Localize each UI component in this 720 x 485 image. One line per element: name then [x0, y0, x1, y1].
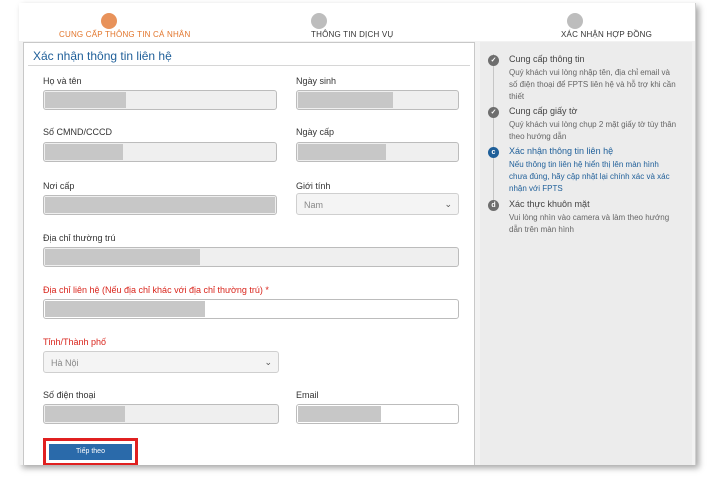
id-number-field[interactable]	[43, 142, 277, 162]
step-c-icon: c	[488, 147, 499, 158]
gender-value: Nam	[304, 200, 324, 210]
contact-info-form: Xác nhận thông tin liên hệ Họ và tên Ngà…	[23, 42, 475, 465]
sidebar-item-desc: Quý khách vui lòng chụp 2 mặt giấy tờ tù…	[509, 120, 677, 141]
step-label: XÁC NHẬN HỢP ĐỒNG	[561, 30, 653, 39]
permanent-address-field[interactable]	[43, 247, 459, 267]
check-icon: ✓	[488, 55, 499, 66]
form-title: Xác nhận thông tin liên hệ	[33, 49, 172, 63]
sidebar-item-desc: Vui lòng nhìn vào camera và làm theo hướ…	[509, 213, 670, 234]
issue-place-field[interactable]	[43, 195, 277, 215]
step-dot-icon	[567, 13, 583, 29]
full-name-label: Họ và tên	[43, 76, 82, 86]
chevron-down-icon: ⌄	[444, 199, 452, 209]
permanent-address-label: Địa chỉ thường trú	[43, 233, 116, 243]
contact-address-input[interactable]	[43, 299, 459, 319]
dob-field[interactable]	[296, 90, 459, 110]
dob-label: Ngày sinh	[296, 76, 337, 86]
step-dot-icon	[311, 13, 327, 29]
issue-place-label: Nơi cấp	[43, 181, 75, 191]
step-label: THÔNG TIN DỊCH VỤ	[311, 30, 394, 39]
step-contract-confirm[interactable]: XÁC NHẬN HỢP ĐỒNG	[561, 13, 653, 39]
button-highlight: Tiếp theo	[43, 438, 138, 465]
onboarding-window: CUNG CẤP THÔNG TIN CÁ NHÂN THÔNG TIN DỊC…	[19, 3, 696, 465]
phone-label: Số điện thoại	[43, 390, 96, 400]
step-d-icon: d	[488, 200, 499, 211]
step-label: CUNG CẤP THÔNG TIN CÁ NHÂN	[59, 30, 191, 39]
next-button[interactable]: Tiếp theo	[49, 444, 132, 460]
divider	[28, 65, 470, 66]
issue-date-label: Ngày cấp	[296, 127, 335, 137]
email-label: Email	[296, 390, 319, 400]
province-label: Tỉnh/Thành phố	[43, 337, 107, 347]
issue-date-field[interactable]	[296, 142, 459, 162]
progress-stepper: CUNG CẤP THÔNG TIN CÁ NHÂN THÔNG TIN DỊC…	[19, 3, 695, 41]
step-dot-icon	[101, 13, 117, 29]
contact-address-label: Địa chỉ liên hệ (Nếu địa chỉ khác với đị…	[43, 285, 269, 295]
sidebar-item-title: Xác nhận thông tin liên hệ	[509, 146, 614, 156]
check-icon: ✓	[488, 107, 499, 118]
timeline-line	[493, 54, 494, 204]
sidebar-item-desc: Nếu thông tin liên hệ hiển thị lên màn h…	[509, 160, 670, 193]
id-number-label: Số CMND/CCCD	[43, 127, 113, 137]
sidebar-item-title: Xác thực khuôn mặt	[509, 199, 590, 209]
email-input[interactable]	[296, 404, 459, 424]
sidebar-item-title: Cung cấp thông tin	[509, 54, 585, 64]
steps-sidebar: ✓ Cung cấp thông tin Quý khách vui lòng …	[480, 42, 692, 465]
gender-label: Giới tính	[296, 181, 331, 191]
step-service-info[interactable]: THÔNG TIN DỊCH VỤ	[311, 13, 394, 39]
province-select[interactable]: Hà Nội ⌄	[43, 351, 279, 373]
step-personal-info[interactable]: CUNG CẤP THÔNG TIN CÁ NHÂN	[59, 13, 191, 39]
province-value: Hà Nội	[51, 358, 79, 368]
sidebar-item-desc: Quý khách vui lòng nhập tên, địa chỉ ema…	[509, 68, 676, 101]
gender-select[interactable]: Nam ⌄	[296, 193, 459, 215]
sidebar-item-title: Cung cấp giấy tờ	[509, 106, 578, 116]
full-name-field[interactable]	[43, 90, 277, 110]
phone-field[interactable]	[43, 404, 279, 424]
chevron-down-icon: ⌄	[264, 357, 272, 367]
